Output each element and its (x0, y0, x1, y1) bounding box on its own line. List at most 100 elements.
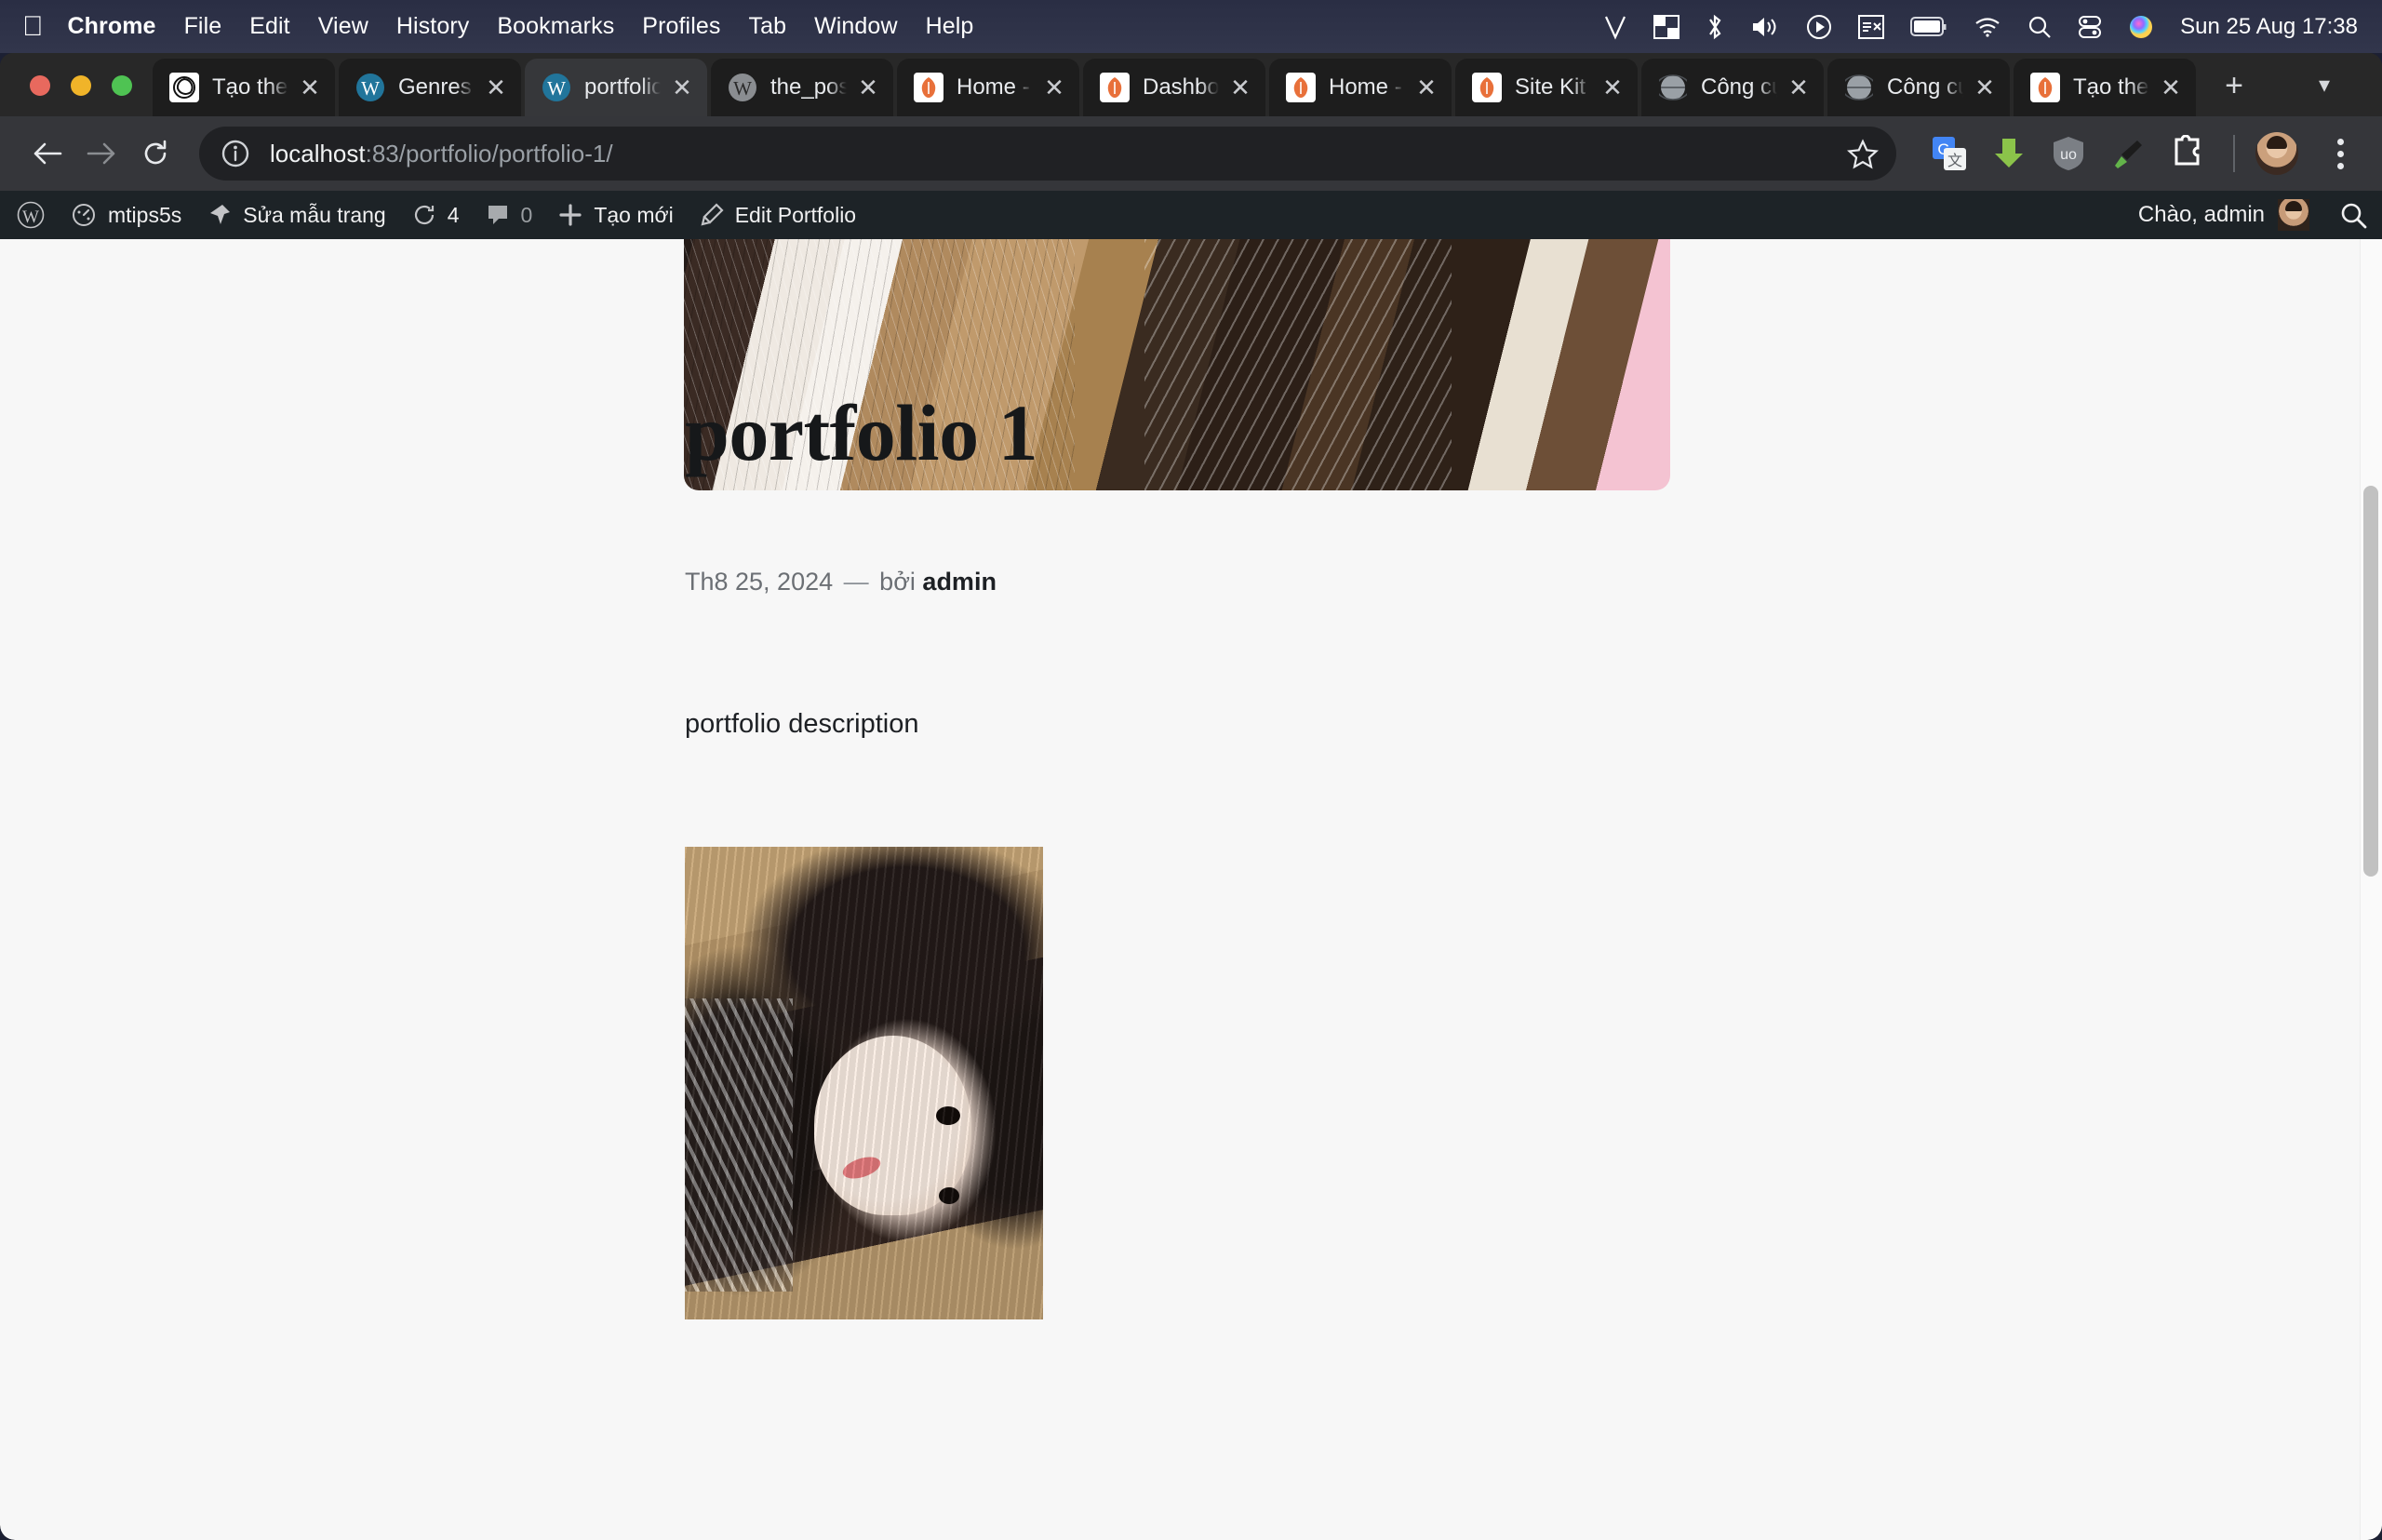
plus-icon (558, 203, 582, 227)
post-author[interactable]: admin (922, 568, 997, 596)
browser-tab[interactable]: Tạo then ✕ (2014, 59, 2196, 116)
close-tab-button[interactable]: ✕ (852, 72, 884, 103)
menu-help[interactable]: Help (926, 13, 974, 40)
browser-tab-active[interactable]: W portfolio ✕ (525, 59, 707, 116)
volume-icon[interactable] (1750, 13, 1780, 41)
close-tab-button[interactable]: ✕ (294, 72, 326, 103)
menu-tab[interactable]: Tab (748, 13, 786, 40)
admin-bar-updates[interactable]: 4 (399, 191, 473, 239)
close-tab-button[interactable]: ✕ (1597, 72, 1628, 103)
wordpress-admin-bar: W mtips5s Sửa mẫu trang 4 0 Tạo mới Edit… (0, 191, 2382, 239)
hair-sheen-overlay (685, 847, 1043, 1319)
wordpress-logo-icon[interactable]: W (0, 191, 58, 239)
new-content-label: Tạo mới (594, 202, 674, 227)
menu-chrome[interactable]: Chrome (68, 13, 156, 40)
close-tab-button[interactable]: ✕ (1969, 72, 2001, 103)
wifi-icon[interactable] (1974, 13, 2001, 41)
close-window-button[interactable] (30, 75, 50, 96)
menu-view[interactable]: View (318, 13, 368, 40)
bluetooth-icon[interactable] (1706, 13, 1724, 41)
eyedropper-icon[interactable] (2107, 132, 2149, 175)
now-playing-icon[interactable] (1806, 13, 1832, 41)
svg-text:W: W (733, 77, 752, 100)
close-tab-button[interactable]: ✕ (1038, 72, 1070, 103)
svg-text:文: 文 (1947, 153, 1962, 169)
browser-tab[interactable]: W the_pos ✕ (711, 59, 893, 116)
svg-text:W: W (361, 77, 380, 100)
extensions-puzzle-icon[interactable] (2166, 132, 2209, 175)
download-manager-icon[interactable] (1987, 132, 2030, 175)
comment-bubble-icon (486, 203, 510, 227)
admin-search-icon[interactable] (2324, 201, 2382, 229)
browser-tab[interactable]: Site Kit ✕ (1455, 59, 1638, 116)
menu-window[interactable]: Window (814, 13, 898, 40)
reload-icon[interactable] (128, 127, 182, 181)
close-tab-button[interactable]: ✕ (666, 72, 698, 103)
menu-file[interactable]: File (184, 13, 222, 40)
siri-icon[interactable] (2128, 13, 2154, 41)
updates-count: 4 (447, 202, 460, 227)
url-path: :83/portfolio/portfolio-1/ (365, 139, 613, 167)
admin-bar-new-content[interactable]: Tạo mới (545, 191, 686, 239)
browser-tab[interactable]: Dashboa ✕ (1083, 59, 1265, 116)
tab-title: Công cụ (1701, 74, 1777, 100)
battery-icon[interactable] (1910, 13, 1947, 41)
close-tab-button[interactable]: ✕ (2155, 72, 2187, 103)
meta-separator: — (843, 568, 869, 596)
minimize-window-button[interactable] (71, 75, 91, 96)
tab-title: Tạo then (212, 74, 288, 100)
close-tab-button[interactable]: ✕ (480, 72, 512, 103)
vietnamese-input-v-icon[interactable] (1603, 13, 1627, 41)
browser-tab[interactable]: Công cụ ✕ (1827, 59, 2010, 116)
close-tab-button[interactable]: ✕ (1783, 72, 1814, 103)
browser-tab[interactable]: Công cụ ✕ (1641, 59, 1824, 116)
url-text[interactable]: localhost:83/portfolio/portfolio-1/ (270, 140, 613, 168)
ublock-origin-icon[interactable]: uo (2047, 132, 2090, 175)
fabric-stripes-overlay (1144, 239, 1452, 490)
screen-recorder-icon[interactable] (1858, 13, 1885, 41)
wordpress-icon: W (542, 73, 571, 102)
admin-bar-customize[interactable]: Sửa mẫu trang (194, 191, 398, 239)
menu-bookmarks[interactable]: Bookmarks (497, 13, 614, 40)
new-tab-button[interactable]: + (2209, 60, 2259, 111)
menu-edit[interactable]: Edit (249, 13, 289, 40)
apple-logo-icon[interactable]:  (22, 12, 44, 41)
chrome-menu-kebab-icon[interactable] (2319, 132, 2362, 175)
elementor-icon (2030, 73, 2060, 102)
menu-history[interactable]: History (396, 13, 469, 40)
browser-tab[interactable]: Home - ✕ (1269, 59, 1452, 116)
pin-customize-icon (207, 203, 232, 227)
spotlight-search-icon[interactable] (2027, 13, 2052, 41)
page-title: portfolio 1 (685, 388, 1038, 477)
admin-bar-howdy[interactable]: Chào, admin (2138, 199, 2324, 231)
browser-tab[interactable]: Home - ✕ (897, 59, 1079, 116)
maximize-window-button[interactable] (112, 75, 132, 96)
scrollbar-thumb[interactable] (2363, 486, 2378, 877)
admin-bar-comments[interactable]: 0 (473, 191, 546, 239)
browser-tab[interactable]: Tạo then ✕ (153, 59, 335, 116)
openai-icon (169, 73, 199, 102)
forward-arrow-icon[interactable] (74, 127, 128, 181)
split-view-icon[interactable] (1653, 13, 1680, 41)
google-translate-icon[interactable]: G 文 (1928, 132, 1971, 175)
tab-title: Genres ‹ (398, 74, 475, 100)
menu-profiles[interactable]: Profiles (642, 13, 720, 40)
bookmark-star-icon[interactable] (1839, 130, 1887, 177)
page-vertical-scrollbar[interactable] (2360, 239, 2382, 1540)
browser-tab[interactable]: W Genres ‹ ✕ (339, 59, 521, 116)
profile-avatar[interactable] (2255, 132, 2298, 175)
admin-bar-edit-portfolio[interactable]: Edit Portfolio (687, 191, 869, 239)
close-tab-button[interactable]: ✕ (1224, 72, 1256, 103)
updates-refresh-icon (412, 203, 436, 227)
post-date: Th8 25, 2024 (685, 568, 834, 596)
admin-bar-site-name[interactable]: mtips5s (58, 191, 194, 239)
chrome-window: Tạo then ✕ W Genres ‹ ✕ W portfolio (0, 53, 2382, 1540)
control-center-icon[interactable] (2078, 13, 2102, 41)
back-arrow-icon[interactable] (20, 127, 74, 181)
globe-icon (1658, 73, 1688, 102)
close-tab-button[interactable]: ✕ (1411, 72, 1442, 103)
address-bar[interactable]: localhost:83/portfolio/portfolio-1/ (199, 127, 1896, 181)
tab-search-chevron-icon[interactable]: ▾ (2296, 60, 2352, 111)
menubar-clock[interactable]: Sun 25 Aug 17:38 (2180, 14, 2358, 40)
site-info-icon[interactable] (216, 134, 255, 173)
